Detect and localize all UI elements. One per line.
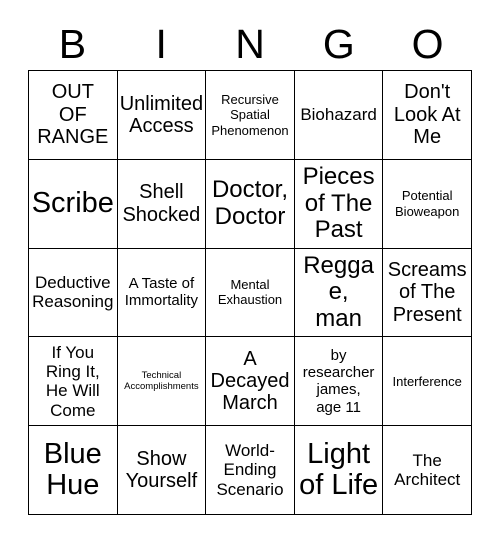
bingo-cell-label: Show Yourself xyxy=(125,447,198,493)
bingo-cell-label: World- Ending Scenario xyxy=(216,441,284,499)
bingo-cell-r2c3[interactable]: Doctor, Doctor xyxy=(206,159,295,249)
bingo-card: B I N G O OUT OF RANGE Unlimited Access Re… xyxy=(0,0,500,544)
bingo-cell-r2c5[interactable]: Potential Bioweapon xyxy=(383,159,472,249)
header-letter-n: N xyxy=(235,20,265,67)
bingo-cell-r1c2[interactable]: Unlimited Access xyxy=(117,71,207,160)
bingo-cell-label: by researcher james, age 11 xyxy=(302,346,375,416)
header-letter-b: B xyxy=(58,20,87,67)
bingo-cell-label: A Decayed March xyxy=(210,347,290,415)
bingo-cell-r5c4[interactable]: Light of Life xyxy=(294,426,384,515)
bingo-cell-label: Deductive Reasoning xyxy=(32,273,114,312)
bingo-cell-label: Mental Exhaustion xyxy=(217,277,283,308)
bingo-cell-r5c5[interactable]: The Architect xyxy=(383,426,472,515)
bingo-grid: OUT OF RANGE Unlimited Access Recursive Sp… xyxy=(28,70,472,515)
bingo-cell-r1c4[interactable]: Biohazard xyxy=(294,71,384,160)
bingo-cell-r1c1[interactable]: OUT OF RANGE xyxy=(29,71,118,160)
bingo-cell-label: Unlimited Access xyxy=(119,92,204,137)
bingo-cell-r2c2[interactable]: Shell Shocked xyxy=(117,159,207,249)
bingo-cell-r5c1[interactable]: Blue Hue xyxy=(29,426,118,515)
bingo-cell-r2c1[interactable]: Scribe xyxy=(29,159,118,249)
bingo-cell-label: Pieces of The Past xyxy=(302,163,375,243)
bingo-cell-label: The Architect xyxy=(394,450,461,490)
bingo-cell-r4c2[interactable]: Technical Accomplishments xyxy=(117,337,207,427)
bingo-header: B I N G O xyxy=(28,18,472,70)
bingo-cell-r3c3[interactable]: Mental Exhaustion xyxy=(206,248,295,338)
bingo-cell-r3c1[interactable]: Deductive Reasoning xyxy=(29,248,118,338)
bingo-cell-label: A Taste of Immortality xyxy=(124,275,199,310)
bingo-cell-r3c2[interactable]: A Taste of Immortality xyxy=(117,248,207,338)
bingo-cell-label: Scribe xyxy=(31,187,114,220)
bingo-cell-r3c5[interactable]: Screams of The Present xyxy=(383,248,472,338)
bingo-cell-label: Blue Hue xyxy=(43,437,102,502)
bingo-cell-label: Potential Bioweapon xyxy=(395,188,460,219)
bingo-cell-r4c5[interactable]: Interference xyxy=(383,337,472,427)
header-letter-g: G xyxy=(322,20,355,67)
bingo-cell-r2c4[interactable]: Pieces of The Past xyxy=(294,159,384,249)
bingo-cell-label: Interference xyxy=(392,373,462,389)
bingo-cell-r1c5[interactable]: Don't Look At Me xyxy=(383,71,472,160)
header-letter-i: I xyxy=(155,20,167,67)
bingo-cell-label: Light of Life xyxy=(299,437,379,502)
bingo-cell-label: If You Ring It, He Will Come xyxy=(45,342,100,420)
bingo-cell-label: Reggae, man xyxy=(303,251,374,332)
bingo-cell-r4c3[interactable]: A Decayed March xyxy=(206,337,295,427)
bingo-cell-r3c4[interactable]: Reggae, man xyxy=(294,248,384,338)
bingo-cell-label: Screams of The Present xyxy=(387,258,467,326)
bingo-cell-r5c2[interactable]: Show Yourself xyxy=(117,426,207,515)
bingo-cell-r1c3[interactable]: Recursive Spatial Phenomenon xyxy=(206,71,295,160)
bingo-cell-label: Recursive Spatial Phenomenon xyxy=(211,91,289,138)
bingo-cell-r5c3[interactable]: World- Ending Scenario xyxy=(206,426,295,515)
bingo-cell-label: Biohazard xyxy=(300,105,377,125)
bingo-cell-label: OUT OF RANGE xyxy=(37,81,109,149)
bingo-cell-label: Don't Look At Me xyxy=(393,81,461,149)
bingo-cell-label: Doctor, Doctor xyxy=(211,176,288,230)
header-letter-o: O xyxy=(411,20,444,67)
bingo-cell-label: Shell Shocked xyxy=(122,181,201,226)
bingo-cell-r4c1[interactable]: If You Ring It, He Will Come xyxy=(29,337,118,427)
bingo-cell-label: Technical Accomplishments xyxy=(124,369,199,393)
bingo-cell-r4c4[interactable]: by researcher james, age 11 xyxy=(294,337,384,427)
